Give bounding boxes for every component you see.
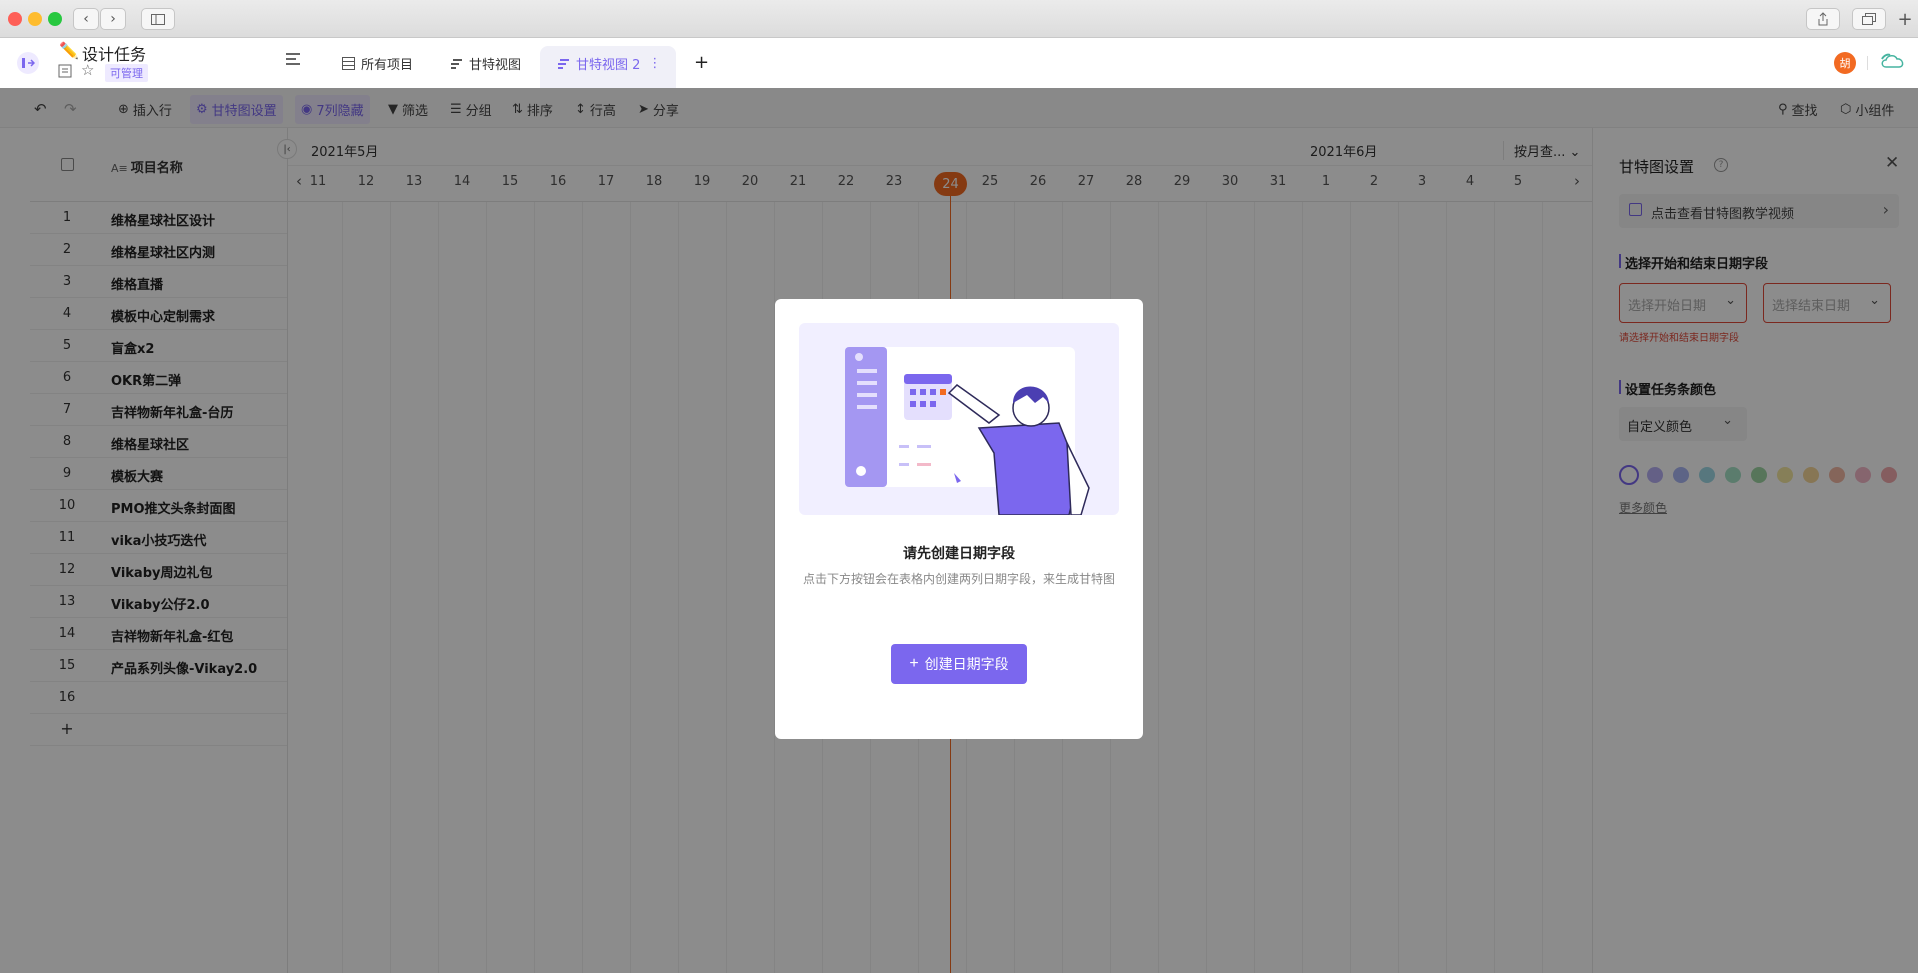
modal-description: 点击下方按钮会在表格内创建两列日期字段，来生成甘特图 <box>802 572 1115 586</box>
tab-overview-button[interactable] <box>1852 8 1886 30</box>
gantt-icon <box>451 58 462 69</box>
create-date-field-modal: 请先创建日期字段 点击下方按钮会在表格内创建两列日期字段，来生成甘特图 + 创建… <box>775 299 1143 739</box>
new-tab-button[interactable]: + <box>1895 8 1915 30</box>
create-date-field-label: 创建日期字段 <box>924 656 1009 672</box>
create-date-field-button[interactable]: + 创建日期字段 <box>891 644 1027 684</box>
close-window-button[interactable] <box>8 12 22 26</box>
tab-label: 所有项目 <box>361 57 414 73</box>
maximize-window-button[interactable] <box>48 12 62 26</box>
plus-icon: + <box>909 655 919 672</box>
add-view-button[interactable]: + <box>694 52 709 73</box>
tab-gantt-view-2[interactable]: 甘特视图 2 ⋮ <box>557 52 661 74</box>
permission-badge: 可管理 <box>105 64 148 82</box>
tab-label: 甘特视图 2 <box>576 57 641 73</box>
expand-icon <box>22 58 35 68</box>
sidebar-expand-button[interactable] <box>17 52 39 74</box>
pencil-icon: ✏️ <box>59 41 79 60</box>
tab-gantt-view[interactable]: 甘特视图 <box>450 52 521 74</box>
menu-icon[interactable] <box>286 53 300 69</box>
divider <box>1867 56 1868 70</box>
sidebar-toggle-button[interactable] <box>141 8 175 30</box>
sidebar-icon <box>151 13 165 25</box>
share-browser-button[interactable] <box>1806 8 1840 30</box>
share-icon <box>1818 12 1828 26</box>
avatar[interactable]: 胡 <box>1834 52 1856 74</box>
gantt-icon <box>558 58 569 69</box>
tabs-icon <box>1862 13 1876 25</box>
back-button[interactable]: ‹ <box>73 8 99 30</box>
star-icon[interactable]: ☆ <box>81 61 94 79</box>
onboarding-illustration <box>799 323 1119 515</box>
forward-button[interactable]: › <box>100 8 126 30</box>
grid-view-icon <box>342 56 355 70</box>
tab-all-projects[interactable]: 所有项目 <box>342 52 413 74</box>
tab-label: 甘特视图 <box>469 57 522 73</box>
modal-title: 请先创建日期字段 <box>903 546 1015 562</box>
minimize-window-button[interactable] <box>28 12 42 26</box>
app-header: ✏️ 设计任务 ☆ 可管理 所有项目 甘特视图 <box>0 38 1918 88</box>
cloud-icon[interactable] <box>1880 53 1906 73</box>
browser-toolbar: ‹ › + <box>0 0 1918 38</box>
more-icon[interactable]: ⋮ <box>648 56 661 71</box>
description-icon[interactable] <box>58 64 72 82</box>
